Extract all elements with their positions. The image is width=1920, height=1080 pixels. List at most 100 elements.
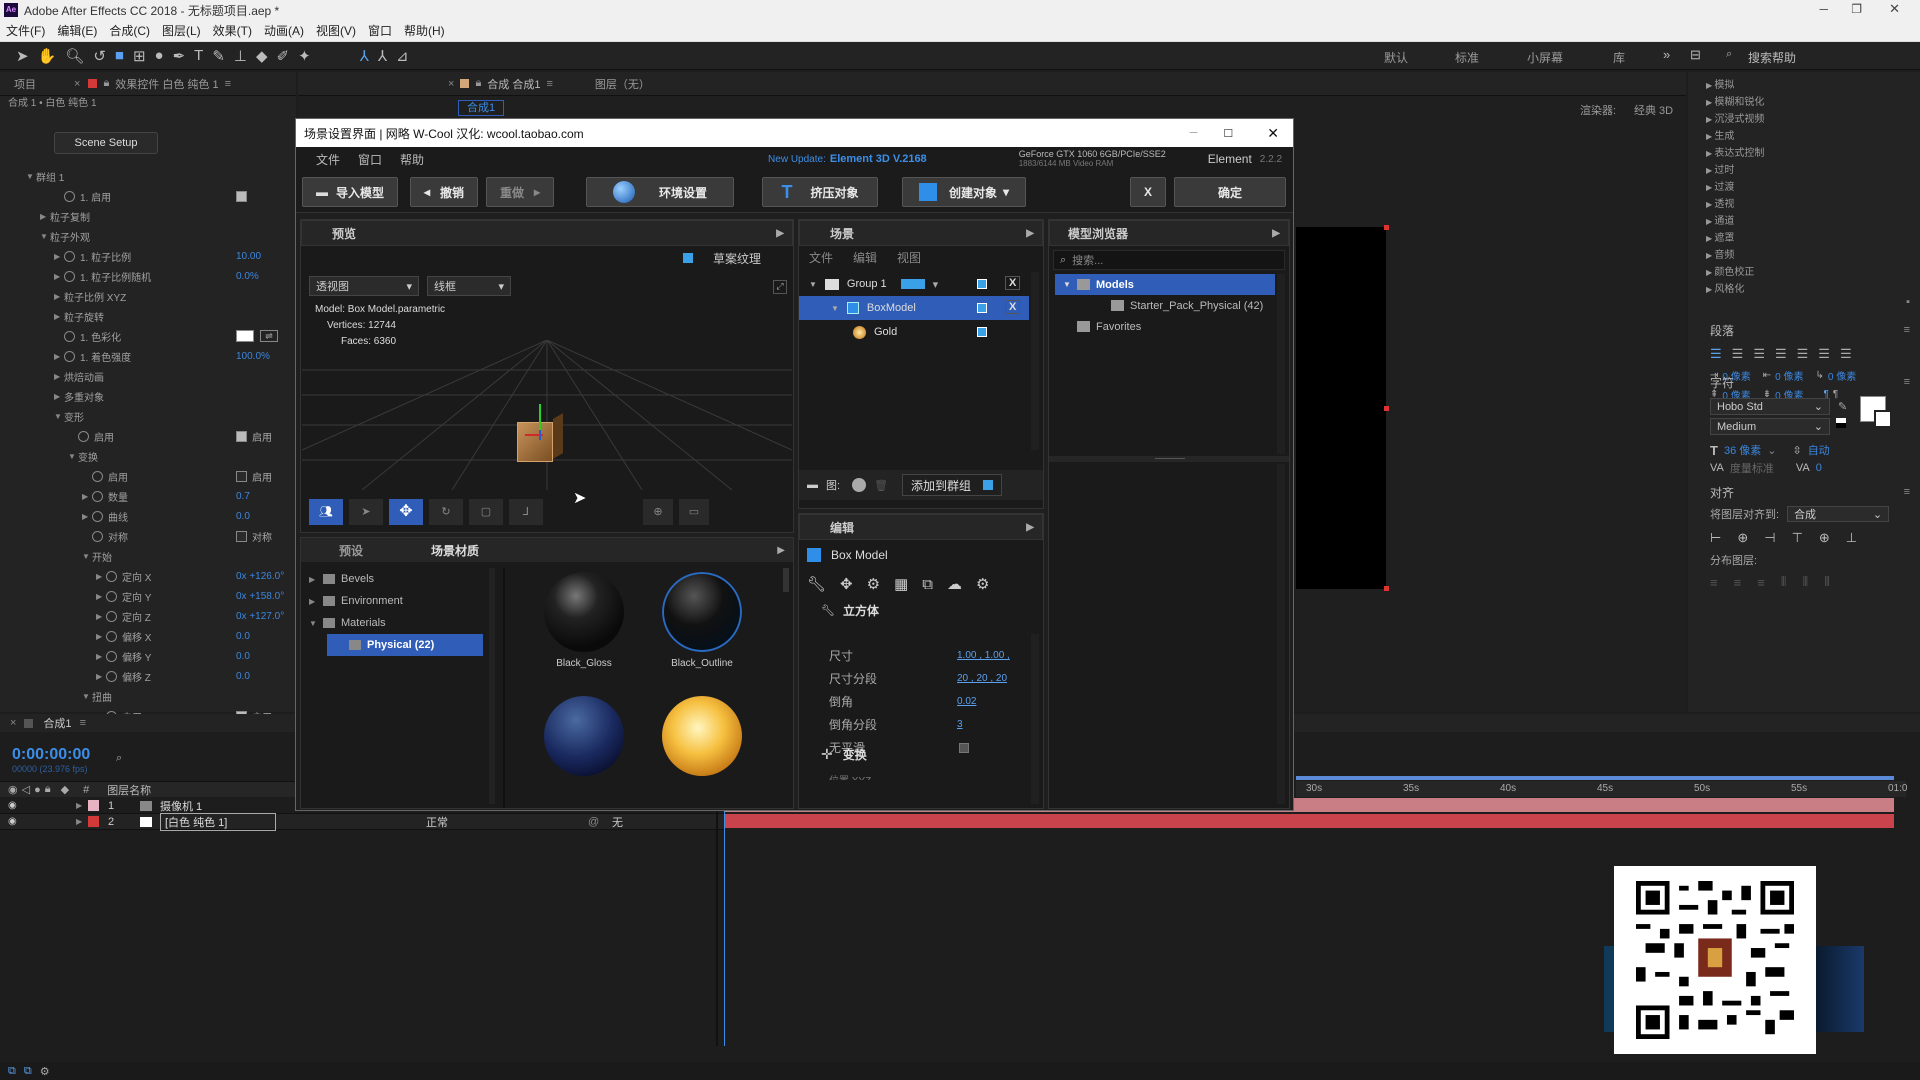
timecode[interactable]: 0:00:00:00 [12, 746, 90, 764]
stopwatch-icon[interactable] [64, 350, 75, 362]
tab-presets[interactable]: 预设 [339, 542, 363, 559]
expand-arrow-icon[interactable]: ▶ [96, 572, 106, 581]
menu-effect[interactable]: 效果(T) [207, 22, 258, 39]
pivot-gizmo-icon[interactable]: ⅃ [509, 499, 543, 525]
dist-top-icon[interactable]: ≡ [1710, 575, 1718, 590]
help-search-input[interactable]: 搜索帮助 [1748, 49, 1796, 66]
effect-prop-checkbox[interactable] [236, 430, 247, 442]
align-right-edge-icon[interactable]: ⊣ [1764, 530, 1775, 546]
axis-z-gizmo[interactable] [539, 430, 541, 440]
gears-icon[interactable]: ⚙ [867, 575, 880, 593]
camera-tool-icon[interactable]: ■ [115, 47, 124, 64]
rotate-tool-icon[interactable]: ↺ [93, 47, 106, 65]
stopwatch-icon[interactable] [92, 530, 103, 542]
expand-arrow-icon[interactable]: ▶ [82, 512, 92, 521]
close-button[interactable]: ✕ [1889, 1, 1900, 17]
add-folder-icon[interactable]: ▬ [807, 479, 818, 491]
edit-scrollbar[interactable] [1031, 634, 1039, 804]
dialog-close-button[interactable]: ✕ [1267, 125, 1279, 142]
align-left-edge-icon[interactable]: ⊢ [1710, 530, 1721, 546]
edit-expand-icon[interactable]: ▶ [1026, 522, 1034, 533]
material-tile[interactable] [657, 696, 747, 782]
expand-arrow-icon[interactable]: ▶ [96, 612, 106, 621]
expand-arrow-icon[interactable]: ▶ [54, 312, 64, 321]
dist-bottom-icon[interactable]: ≡ [1757, 575, 1765, 590]
viewport-grid[interactable] [302, 340, 792, 490]
effect-prop-checkbox[interactable] [236, 470, 247, 482]
effect-category-item[interactable]: ▶ 过时 [1706, 161, 1764, 178]
layer-track[interactable]: 无 [612, 814, 623, 830]
align-bottom-edge-icon[interactable]: ⊥ [1846, 530, 1857, 546]
visibility-checkbox[interactable] [977, 303, 987, 313]
edit-prop-value[interactable]: 1.00 , 1.00 , [957, 650, 1010, 661]
expand-arrow-icon[interactable]: ▶ [54, 372, 64, 381]
dialog-menu-file[interactable]: 文件 [316, 151, 340, 168]
effect-category-item[interactable]: ▶ 表达式控制 [1706, 144, 1764, 161]
chevron-down-icon[interactable]: ▾ [933, 278, 939, 291]
edit-prop-value[interactable]: 3 [957, 719, 963, 730]
effect-category-item[interactable]: ▶ 生成 [1706, 127, 1764, 144]
stopwatch-icon[interactable] [78, 430, 89, 442]
effect-prop-value[interactable]: 0x +158.0° [236, 591, 284, 602]
material-tile[interactable]: Black_Gloss [539, 572, 629, 669]
dialog-minimize-button[interactable]: ─ [1190, 127, 1198, 139]
eyedropper-icon[interactable]: ⇌ [260, 330, 278, 342]
effect-prop-checkbox[interactable] [236, 530, 247, 542]
align-top-edge-icon[interactable]: ⊤ [1792, 530, 1803, 546]
box-model-front[interactable] [517, 422, 553, 462]
browser-tree-item[interactable]: Starter_Pack_Physical (42) [1055, 295, 1275, 316]
leading-value[interactable]: 自动 [1808, 442, 1830, 458]
menu-animation[interactable]: 动画(A) [258, 22, 310, 39]
target-icon[interactable]: ⊕ [643, 499, 673, 525]
stopwatch-icon[interactable] [106, 610, 117, 622]
fullscreen-icon[interactable]: ⤢ [773, 280, 787, 294]
stopwatch-icon[interactable] [106, 670, 117, 682]
tab-close-icon[interactable]: × [74, 78, 80, 90]
timeline-tab[interactable]: 合成1 [43, 715, 71, 731]
layer-row[interactable]: ◉ ▶ 2 [白色 纯色 1] 正常 @ 无 [0, 812, 724, 831]
browser-expand-icon[interactable]: ▶ [1272, 228, 1280, 239]
scene-tree-item[interactable]: ▼ Group 1 ▾ X [799, 272, 1029, 296]
move-tool-icon[interactable]: ✥ [389, 499, 423, 525]
effect-prop-value[interactable]: 10.00 [236, 251, 261, 262]
visibility-checkbox[interactable] [977, 327, 987, 337]
stopwatch-icon[interactable] [64, 270, 75, 282]
comp-menu-icon[interactable]: ≡ [546, 78, 552, 90]
preset-tree-scrollbar[interactable] [489, 568, 495, 804]
justify-center-icon[interactable]: ☰ [1797, 346, 1809, 362]
stopwatch-icon[interactable] [64, 250, 75, 262]
scene-menu-edit[interactable]: 编辑 [853, 249, 877, 266]
handle-br[interactable] [1384, 586, 1389, 591]
effect-category-item[interactable]: ▶ 沉浸式视频 [1706, 110, 1764, 127]
edit-prop-value[interactable]: 20 , 20 , 20 [957, 673, 1007, 684]
axis-world-icon[interactable]: ⅄ [378, 47, 387, 65]
view-select[interactable]: 透视图 ▾ [309, 276, 419, 296]
color-swatch[interactable] [236, 330, 254, 342]
font-size-value[interactable]: 36 像素 [1724, 442, 1761, 458]
expand-arrow-icon[interactable]: ▼ [68, 452, 78, 461]
justify-all-icon[interactable]: ☰ [1840, 346, 1852, 362]
comp-chip[interactable]: 合成1 [458, 100, 505, 116]
create-object-button[interactable]: 创建对象 ▾ [902, 177, 1026, 207]
effect-category-item[interactable]: ▶ 颜色校正 [1706, 263, 1764, 280]
extrude-button[interactable]: T 挤压对象 [762, 177, 878, 207]
scene-expand-icon[interactable]: ▶ [1026, 228, 1034, 239]
effect-category-item[interactable]: ▶ 风格化 [1706, 280, 1764, 297]
expand-arrow-icon[interactable]: ▶ [309, 597, 317, 606]
browser-splitter[interactable] [1049, 456, 1289, 462]
presets-expand-icon[interactable]: ▶ [777, 545, 785, 556]
effect-prop-value[interactable]: 100.0% [236, 351, 270, 362]
restore-button[interactable]: ❐ [1851, 2, 1862, 16]
expand-arrow-icon[interactable]: ▶ [54, 292, 64, 301]
timeline-menu-icon[interactable]: ≡ [80, 717, 86, 729]
pan-behind-tool-icon[interactable]: ⊞ [133, 47, 146, 65]
effect-prop-value[interactable]: 0.0 [236, 671, 250, 682]
expand-arrow-icon[interactable]: ▼ [82, 552, 92, 561]
effect-prop-checkbox[interactable] [236, 190, 247, 202]
tab-scene-materials[interactable]: 场景材质 [431, 542, 479, 559]
expand-arrow-icon[interactable]: ▶ [76, 801, 82, 810]
redo-button[interactable]: 重做 ▸ [486, 177, 554, 207]
stopwatch-icon[interactable] [92, 470, 103, 482]
edit-prop-value[interactable]: 0.02 [957, 696, 976, 707]
hand-tool-icon[interactable]: ✋ [38, 47, 57, 65]
